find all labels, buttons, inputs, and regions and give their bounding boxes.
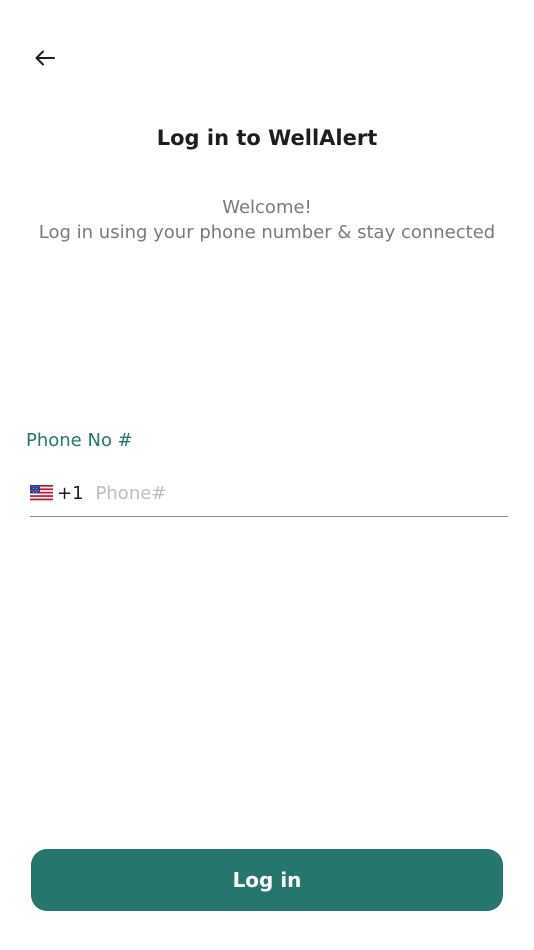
us-flag-icon[interactable] — [30, 484, 53, 502]
login-button[interactable]: Log in — [31, 849, 503, 911]
subtitle-line-2: Log in using your phone number & stay co… — [38, 222, 496, 243]
title-rest: to WellAlert — [229, 126, 378, 150]
title-highlight: Log in — [153, 126, 231, 150]
subtitle-line-1: Welcome! — [222, 197, 312, 218]
country-code[interactable]: +1 — [57, 483, 84, 504]
back-button[interactable] — [30, 44, 60, 72]
page-title: Log in to WellAlert — [0, 126, 534, 150]
welcome-subtitle: Welcome! Log in using your phone number … — [0, 195, 534, 245]
arrow-left-icon — [35, 50, 55, 66]
phone-field-label: Phone No # — [26, 430, 133, 451]
phone-input[interactable] — [95, 482, 508, 504]
phone-field: +1 — [30, 470, 508, 517]
